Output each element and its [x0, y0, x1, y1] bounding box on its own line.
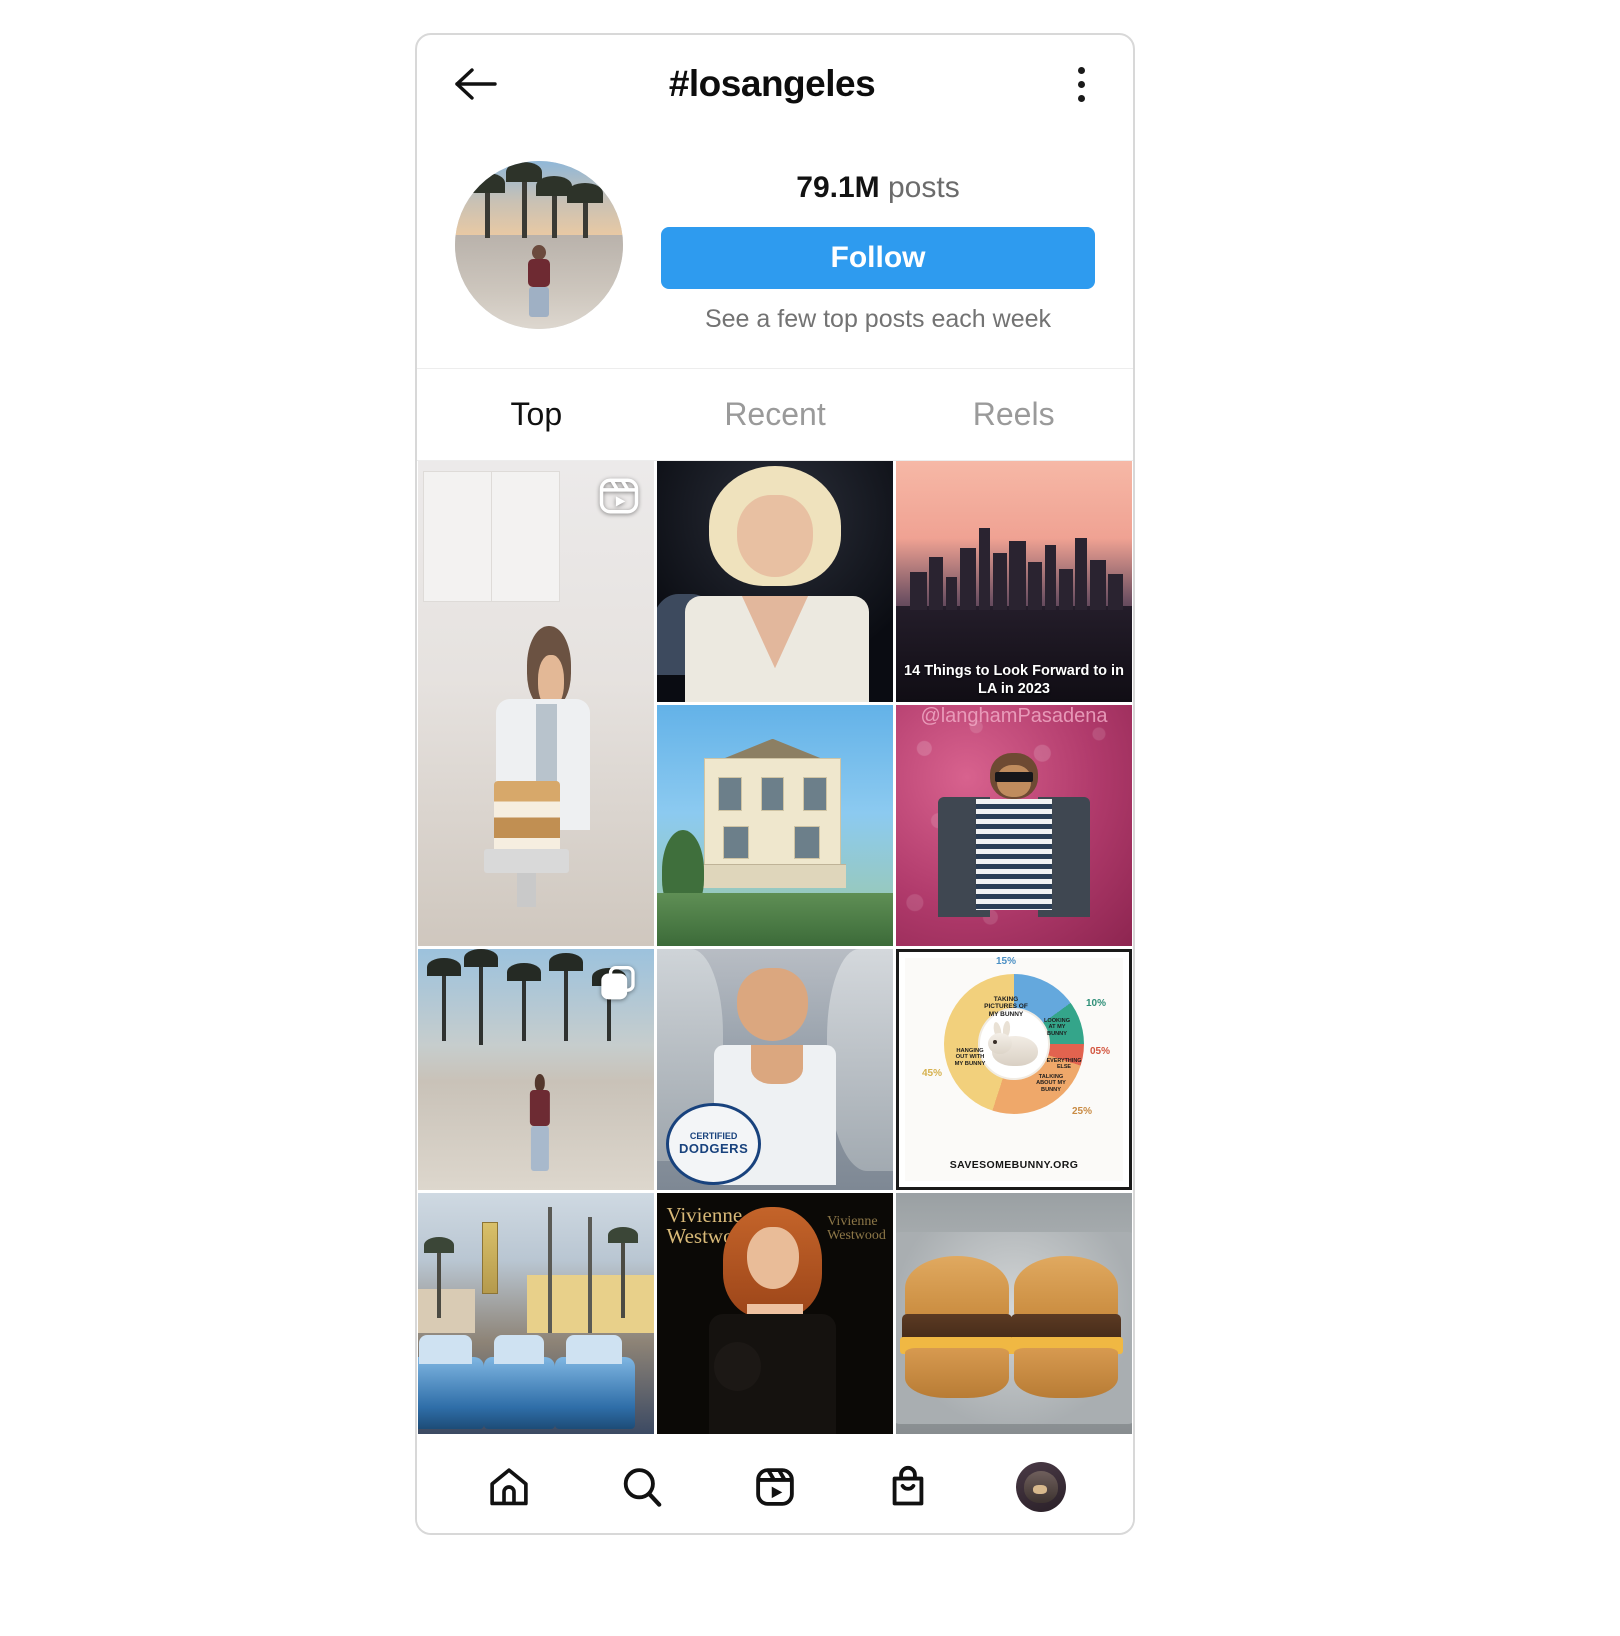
post-handle-overlay: @langhamPasadena — [920, 705, 1108, 727]
post-lowrider-street[interactable] — [418, 1193, 654, 1434]
page-title: #losangeles — [668, 63, 876, 104]
tab-reels[interactable]: Reels — [894, 369, 1133, 460]
content-tabs: Top Recent Reels — [417, 369, 1133, 461]
post-victorian-house[interactable] — [657, 705, 893, 946]
chart-pct-4: 45% — [922, 1068, 943, 1079]
post-baking-reel[interactable] — [418, 461, 654, 946]
chart-pct-1: 10% — [1086, 998, 1107, 1009]
post-vivienne-westwood[interactable]: Vivienne Westwood Vivienne Westwood — [657, 1193, 893, 1434]
chart-slice-label-2: EVERYTHING ELSE — [1046, 1058, 1082, 1071]
reels-icon[interactable] — [743, 1455, 807, 1519]
chart-slice-label-3: TALKING ABOUT MY BUNNY — [1036, 1074, 1066, 1093]
bunny-chart: TAKING PICTURES OF MY BUNNY LOOKING AT M… — [905, 956, 1123, 1181]
phone-frame: #losangeles 79.1M posts Follow See a few… — [415, 33, 1135, 1535]
tab-top[interactable]: Top — [417, 369, 656, 460]
hashtag-info-row: 79.1M posts Follow See a few top posts e… — [417, 133, 1133, 369]
post-pink-flower-wall[interactable]: @langhamPasadena — [896, 705, 1132, 946]
chart-pct-3: 25% — [1072, 1106, 1093, 1117]
post-caption: 14 Things to Look Forward to in LA in 20… — [904, 662, 1124, 697]
badge-line-2: DODGERS — [679, 1141, 749, 1157]
chart-pct-2: 05% — [1090, 1046, 1111, 1057]
chart-slice-label-4: HANGING OUT WITH MY BUNNY — [954, 1048, 986, 1067]
dodgers-badge: CERTIFIED DODGERS — [666, 1103, 761, 1186]
post-bunny-chart[interactable]: TAKING PICTURES OF MY BUNNY LOOKING AT M… — [896, 949, 1132, 1190]
bottom-navigation — [417, 1434, 1133, 1533]
chart-center — [980, 1010, 1048, 1078]
follow-subtitle: See a few top posts each week — [704, 305, 1052, 333]
chart-pct-0: 15% — [996, 956, 1017, 967]
home-icon[interactable] — [477, 1455, 541, 1519]
profile-avatar[interactable] — [1009, 1455, 1073, 1519]
post-la-skyline[interactable]: 14 Things to Look Forward to in LA in 20… — [896, 461, 1132, 702]
donut-chart: TAKING PICTURES OF MY BUNNY LOOKING AT M… — [922, 956, 1110, 1117]
reels-icon — [598, 475, 640, 517]
post-dodgers-fan[interactable]: CERTIFIED DODGERS — [657, 949, 893, 1190]
post-burgers[interactable] — [896, 1193, 1132, 1434]
carousel-icon — [598, 963, 640, 1005]
post-blonde-portrait[interactable] — [657, 461, 893, 702]
hashtag-stats: 79.1M posts Follow See a few top posts e… — [661, 161, 1095, 334]
vivienne-wordmark-2: Vivienne Westwood — [827, 1213, 886, 1244]
tab-recent[interactable]: Recent — [656, 369, 895, 460]
bunny-photo — [986, 1020, 1042, 1066]
post-grid: 14 Things to Look Forward to in LA in 20… — [417, 461, 1133, 1434]
chart-source-url: SAVESOMEBUNNY.ORG — [949, 1159, 1079, 1171]
screenshot-root: #losangeles 79.1M posts Follow See a few… — [0, 0, 1620, 1636]
follow-button[interactable]: Follow — [661, 227, 1095, 289]
hashtag-cover-avatar[interactable] — [455, 161, 623, 329]
app-header: #losangeles — [417, 35, 1133, 133]
kebab-menu-icon[interactable] — [1059, 55, 1103, 113]
chart-slice-label-0: TAKING PICTURES OF MY BUNNY — [984, 996, 1028, 1018]
search-icon[interactable] — [610, 1455, 674, 1519]
chart-slice-label-1: LOOKING AT MY BUNNY — [1043, 1018, 1071, 1037]
posts-count: 79.1M posts — [796, 171, 960, 204]
shop-icon[interactable] — [876, 1455, 940, 1519]
post-venice-beach[interactable] — [418, 949, 654, 1190]
